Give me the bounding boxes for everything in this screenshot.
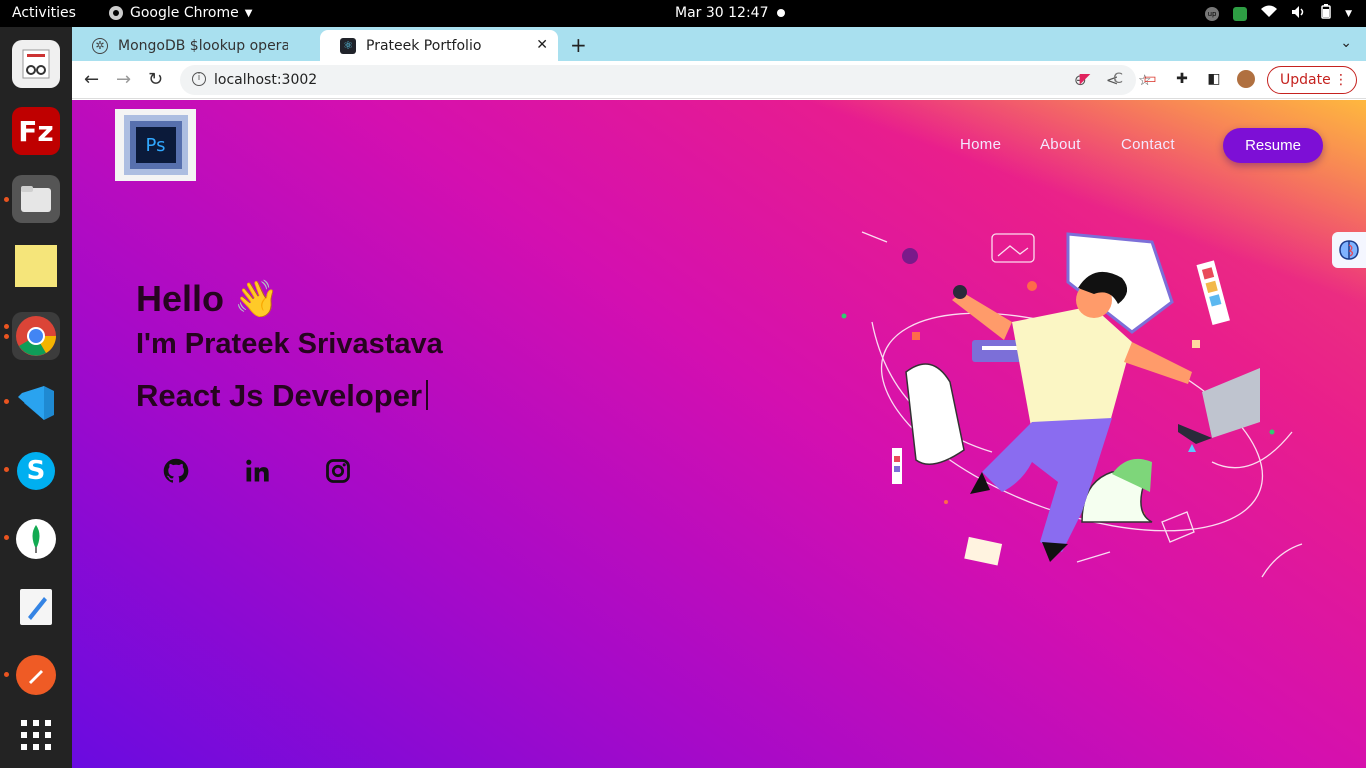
instagram-icon[interactable] [324, 457, 352, 485]
resume-button[interactable]: Resume [1223, 128, 1323, 163]
tab-search-chevron-icon[interactable]: ⌄ [1340, 35, 1352, 51]
running-indicator [4, 324, 9, 329]
app-menu[interactable]: Google Chrome ▼ [108, 5, 252, 21]
update-label: Update [1280, 72, 1331, 88]
brain-icon [1339, 240, 1359, 260]
hero-illustration [841, 231, 1303, 578]
tab-prateek-portfolio[interactable]: ⚛ Prateek Portfolio ✕ [320, 30, 558, 61]
hero-role: React Js Developer [136, 378, 429, 414]
activities-button[interactable]: Activities [12, 5, 76, 21]
app-menu-label: Google Chrome [130, 5, 239, 21]
browser-toolbar: ← → ↻ i localhost:3002 ⊖ ⋖ ☆ ◤ C ▭ ✚ ◧ U… [72, 61, 1366, 99]
running-indicator [4, 467, 9, 472]
sticky-notes-icon[interactable] [12, 242, 60, 290]
hero-greeting: Hello 👋 [136, 278, 279, 319]
url-text: localhost:3002 [214, 72, 318, 88]
chrome-icon[interactable] [12, 312, 60, 360]
page-viewport: Ps Home About Contact Resume Hello 👋 I'm… [72, 100, 1366, 768]
chatgpt-favicon-icon: ✲ [92, 37, 108, 54]
running-indicator [4, 197, 9, 202]
system-tray[interactable]: up ▼ [1205, 4, 1352, 23]
vscode-icon[interactable] [12, 379, 60, 427]
hero-role-text: React Js Developer [136, 378, 423, 413]
extensions-puzzle-icon[interactable]: ✚ [1173, 70, 1191, 88]
linkedin-icon[interactable] [243, 457, 271, 485]
nav-about[interactable]: About [1040, 136, 1081, 153]
react-favicon-icon: ⚛ [340, 37, 356, 54]
new-tab-button[interactable]: + [570, 33, 587, 57]
clock[interactable]: Mar 30 12:47 [675, 5, 768, 21]
running-indicator [4, 334, 9, 339]
update-button[interactable]: Update ⋮ [1267, 66, 1357, 94]
hero-name: I'm Prateek Srivastava [136, 328, 443, 360]
github-icon[interactable] [162, 457, 190, 485]
nav-home[interactable]: Home [960, 136, 1001, 153]
more-menu-icon[interactable]: ⋮ [1334, 72, 1348, 88]
vpn-icon[interactable]: up [1205, 6, 1220, 21]
system-top-bar: Activities Google Chrome ▼ Mar 30 12:47 … [0, 0, 1366, 27]
site-logo[interactable]: Ps [115, 109, 196, 181]
tab-title: MongoDB $lookup operat [118, 37, 288, 54]
chevron-down-icon: ▼ [244, 7, 253, 19]
typing-caret [426, 380, 429, 410]
running-indicator [4, 672, 9, 677]
profile-avatar[interactable] [1237, 70, 1255, 88]
tab-mongodb-lookup[interactable]: ✲ MongoDB $lookup operat [72, 30, 318, 61]
dock: Fz S [0, 27, 72, 768]
text-editor-icon[interactable] [12, 583, 60, 631]
logo-text: Ps [135, 127, 176, 163]
browser-window: ✲ MongoDB $lookup operat ⚛ Prateek Portf… [72, 27, 1366, 768]
mongodb-compass-icon[interactable] [12, 515, 60, 563]
skype-icon[interactable]: S [12, 447, 60, 495]
battery-icon[interactable] [1321, 4, 1331, 23]
extension-cast-icon[interactable]: ▭ [1141, 70, 1159, 88]
reload-button[interactable]: ↻ [148, 69, 163, 90]
site-info-icon[interactable]: i [192, 72, 206, 86]
chrome-small-icon [109, 6, 123, 20]
close-tab-icon[interactable]: ✕ [536, 37, 548, 53]
tab-strip: ✲ MongoDB $lookup operat ⚛ Prateek Portf… [72, 27, 1366, 61]
extension-flag-icon[interactable]: ◤ [1076, 70, 1094, 88]
postman-icon[interactable] [12, 651, 60, 699]
running-indicator [4, 535, 9, 540]
address-bar[interactable]: i localhost:3002 ⊖ ⋖ ☆ [180, 65, 1151, 95]
forward-button[interactable]: → [116, 69, 131, 90]
filezilla-icon[interactable]: Fz [12, 107, 60, 155]
security-icon[interactable] [1233, 6, 1248, 21]
wifi-icon[interactable] [1261, 5, 1278, 22]
side-panel-icon[interactable]: ◧ [1205, 70, 1223, 88]
system-monitor-icon[interactable] [12, 40, 60, 88]
extension-c-icon[interactable]: C [1109, 70, 1127, 88]
running-indicator [4, 399, 9, 404]
volume-icon[interactable] [1291, 5, 1307, 23]
back-button[interactable]: ← [84, 69, 99, 90]
nav-contact[interactable]: Contact [1121, 136, 1175, 153]
power-menu-icon[interactable]: ▼ [1345, 9, 1352, 19]
show-apps-icon[interactable] [12, 711, 60, 759]
notification-dot [777, 9, 785, 17]
files-icon[interactable] [12, 175, 60, 223]
tab-title: Prateek Portfolio [366, 37, 482, 54]
extension-side-panel-tab[interactable] [1332, 232, 1366, 268]
